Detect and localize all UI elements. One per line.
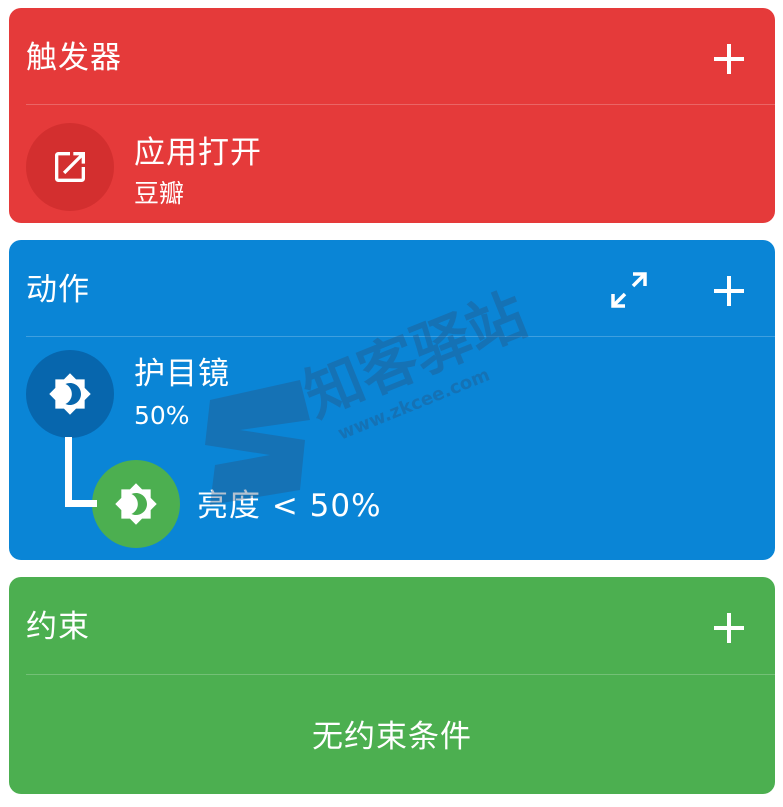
condition-icon-circle — [92, 460, 180, 548]
plus-icon — [714, 613, 744, 643]
expand-button[interactable] — [607, 268, 651, 312]
action-title: 动作 — [26, 272, 90, 308]
action-header: 动作 — [9, 240, 775, 338]
action-item[interactable]: 护目镜 50% — [9, 340, 775, 440]
trigger-header: 触发器 — [9, 8, 775, 106]
brightness-icon — [115, 483, 157, 525]
constraint-card: 约束 无约束条件 — [9, 577, 775, 794]
open-in-new-icon — [55, 152, 85, 182]
trigger-card: 触发器 应用打开 豆瓣 — [9, 8, 775, 223]
trigger-item-subtitle: 豆瓣 — [134, 179, 185, 208]
condition-connector-horizontal — [65, 500, 97, 507]
action-item-subtitle: 50% — [134, 401, 190, 430]
trigger-divider — [26, 104, 775, 105]
expand-icon — [611, 272, 647, 308]
add-action-button[interactable] — [709, 271, 749, 311]
add-constraint-button[interactable] — [709, 608, 749, 648]
action-condition[interactable]: 亮度 < 50% — [89, 455, 775, 555]
constraint-empty-text: 无约束条件 — [312, 719, 472, 755]
condition-text: 亮度 < 50% — [197, 488, 382, 524]
trigger-item-title: 应用打开 — [134, 135, 262, 171]
constraint-divider — [26, 674, 775, 675]
trigger-item[interactable]: 应用打开 豆瓣 — [9, 108, 775, 218]
add-trigger-button[interactable] — [709, 39, 749, 79]
trigger-item-icon-circle — [26, 123, 114, 211]
action-item-icon-circle — [26, 350, 114, 438]
plus-icon — [714, 276, 744, 306]
action-card: 动作 护目镜 50% 亮度 < 50% — [9, 240, 775, 560]
brightness-icon — [49, 373, 91, 415]
constraint-title: 约束 — [26, 609, 90, 645]
plus-icon — [714, 44, 744, 74]
constraint-header: 约束 — [9, 577, 775, 675]
action-divider — [26, 336, 775, 337]
action-item-title: 护目镜 — [134, 356, 230, 392]
condition-connector-vertical — [65, 437, 72, 507]
trigger-title: 触发器 — [26, 40, 122, 76]
